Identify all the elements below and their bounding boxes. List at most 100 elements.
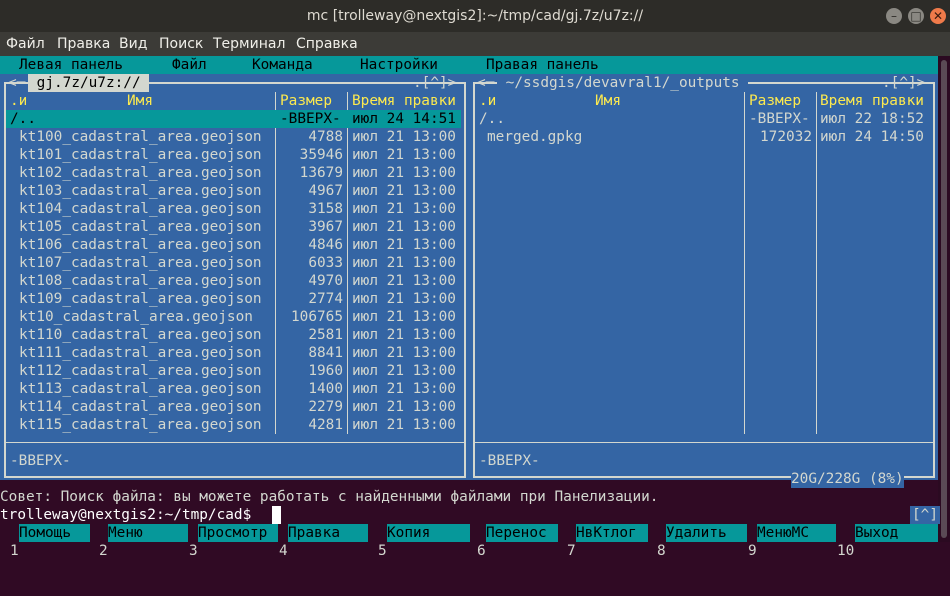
left-row-9-size: 4970 (308, 273, 343, 289)
left-row-5-size: 3158 (308, 201, 343, 217)
fkey-3-label: Просмотр (198, 524, 278, 542)
left-row-7-time: июл 21 13:00 (352, 237, 456, 253)
fkey-9-num: 9 (748, 543, 757, 559)
menu-search[interactable]: Поиск (159, 32, 203, 56)
fkey-10-label: Выход (855, 524, 938, 542)
left-row-6-name[interactable]: kt105_cadastral_area.geojson (19, 218, 262, 236)
minimize-icon[interactable]: – (886, 8, 902, 24)
right-row-1-name[interactable]: merged.gpkg (487, 128, 582, 146)
fkey-5-num: 5 (378, 543, 387, 559)
history-button[interactable]: [^] (910, 506, 940, 524)
left-header-sort[interactable]: .и (10, 92, 27, 110)
left-row-14-name[interactable]: kt112_cadastral_area.geojson (19, 362, 262, 380)
fkey-10[interactable]: 10 Выход (0, 524, 938, 559)
left-row-11-size: 106765 (291, 309, 343, 325)
right-panel-corner-right[interactable]: .[^]> (882, 74, 925, 92)
right-col-divider-1 (744, 92, 745, 434)
right-status-divider (473, 442, 935, 443)
window-titlebar[interactable]: mc [trolleway@nextgis2]:~/tmp/cad/gj.7z/… (0, 0, 950, 32)
right-panel[interactable]: <─ ~/ssdgis/devavral1/_outputs .[^]> .и … (469, 74, 938, 488)
terminal-menubar: Файл Правка Вид Поиск Терминал Справка (0, 32, 950, 56)
right-header-time[interactable]: Время правки (820, 92, 924, 110)
left-row-15-time: июл 21 13:00 (352, 381, 456, 397)
right-header-name[interactable]: Имя (595, 92, 621, 110)
disk-usage: 20G/228G (8%) (791, 470, 904, 488)
menu-help[interactable]: Справка (296, 32, 358, 56)
left-row-10-name[interactable]: kt109_cadastral_area.geojson (19, 290, 262, 308)
left-row-14-size: 1960 (308, 363, 343, 379)
fkey-5-label: Копия (387, 524, 470, 542)
left-row-0-time: июл 24 14:51 (352, 111, 456, 127)
left-col-divider-2 (347, 92, 348, 434)
mc-menu-command[interactable]: Команда (252, 56, 313, 74)
mc-menu-right-panel[interactable]: Правая панель (486, 56, 599, 74)
cursor (272, 506, 281, 524)
fkey-2-label: Меню (108, 524, 188, 542)
mc-menu-left-panel[interactable]: Левая панель (19, 56, 123, 74)
left-row-3-name[interactable]: kt102_cadastral_area.geojson (19, 164, 262, 182)
menu-view[interactable]: Вид (119, 32, 147, 56)
left-header-name[interactable]: Имя (127, 92, 153, 110)
left-row-11-name[interactable]: kt10_cadastral_area.geojson (19, 308, 253, 326)
left-row-5-name[interactable]: kt104_cadastral_area.geojson (19, 200, 262, 218)
fkey-8-label: Удалить (666, 524, 747, 542)
function-key-bar: 1 Помощь 2 Меню 3 Просмотр 4 Правка 5 Ко… (0, 524, 938, 559)
right-header-size[interactable]: Размер (749, 92, 801, 110)
mc-menu-file[interactable]: Файл (172, 56, 207, 74)
left-row-11-time: июл 21 13:00 (352, 309, 456, 325)
left-row-17-name[interactable]: kt115_cadastral_area.geojson (19, 416, 262, 434)
maximize-icon[interactable]: □ (908, 8, 924, 24)
left-row-7-name[interactable]: kt106_cadastral_area.geojson (19, 236, 262, 254)
left-row-2-name[interactable]: kt101_cadastral_area.geojson (19, 146, 262, 164)
right-panel-status: -ВВЕРХ- (479, 453, 540, 469)
left-row-16-name[interactable]: kt114_cadastral_area.geojson (19, 398, 262, 416)
menu-file[interactable]: Файл (6, 32, 45, 56)
left-row-1-name[interactable]: kt100_cadastral_area.geojson (19, 128, 262, 146)
menu-terminal[interactable]: Терминал (213, 32, 285, 56)
right-row-0-name[interactable]: /.. (479, 110, 505, 128)
left-row-12-name[interactable]: kt110_cadastral_area.geojson (19, 326, 262, 344)
left-row-13-size: 8841 (308, 345, 343, 361)
menu-edit[interactable]: Правка (57, 32, 110, 56)
right-col-divider-2 (816, 92, 817, 434)
tip-line: Совет: Поиск файла: вы можете работать с… (0, 489, 659, 505)
left-row-6-time: июл 21 13:00 (352, 219, 456, 235)
shell-prompt[interactable]: trolleway@nextgis2:~/tmp/cad$ (0, 506, 251, 524)
left-row-13-name[interactable]: kt111_cadastral_area.geojson (19, 344, 262, 362)
left-row-1-size: 4788 (308, 129, 343, 145)
left-panel-corner-right[interactable]: .[^]> (413, 74, 456, 92)
left-header-time[interactable]: Время правки (352, 92, 456, 110)
left-col-divider-1 (275, 92, 276, 434)
scrollbar-thumb[interactable] (941, 60, 947, 538)
left-row-10-size: 2774 (308, 291, 343, 307)
left-row-8-name[interactable]: kt107_cadastral_area.geojson (19, 254, 262, 272)
fkey-8-num: 8 (657, 543, 666, 559)
right-header-sort[interactable]: .и (479, 92, 496, 110)
left-row-17-size: 4281 (308, 417, 343, 433)
left-row-8-time: июл 21 13:00 (352, 255, 456, 271)
left-row-7-size: 4846 (308, 237, 343, 253)
fkey-10-num: 10 (837, 543, 855, 559)
left-row-10-time: июл 21 13:00 (352, 291, 456, 307)
fkey-4-num: 4 (279, 543, 288, 559)
left-panel-corner-left: <─ (8, 75, 26, 91)
fkey-6-label: Перенос (486, 524, 558, 542)
left-row-3-size: 13679 (299, 165, 343, 181)
left-panel-path[interactable]: gj.7z/u7z:// (28, 74, 150, 92)
left-row-9-time: июл 21 13:00 (352, 273, 456, 289)
fkey-6-num: 6 (477, 543, 486, 559)
fkey-4-label: Правка (288, 524, 368, 542)
fkey-2-num: 2 (99, 543, 108, 559)
left-header-size[interactable]: Размер (280, 92, 332, 110)
left-panel[interactable]: <─ gj.7z/u7z:// .[^]> .и Имя Размер Врем… (0, 74, 469, 480)
left-panel-status: -ВВЕРХ- (10, 453, 71, 469)
close-icon[interactable]: ✕ (930, 8, 946, 24)
right-panel-path[interactable]: ~/ssdgis/devavral1/_outputs (497, 74, 749, 92)
left-row-12-size: 2581 (308, 327, 343, 343)
left-row-4-time: июл 21 13:00 (352, 183, 456, 199)
left-row-4-name[interactable]: kt103_cadastral_area.geojson (19, 182, 262, 200)
left-row-15-name[interactable]: kt113_cadastral_area.geojson (19, 380, 262, 398)
left-row-9-name[interactable]: kt108_cadastral_area.geojson (19, 272, 262, 290)
fkey-7-num: 7 (567, 543, 576, 559)
mc-menu-options[interactable]: Настройки (360, 56, 438, 74)
